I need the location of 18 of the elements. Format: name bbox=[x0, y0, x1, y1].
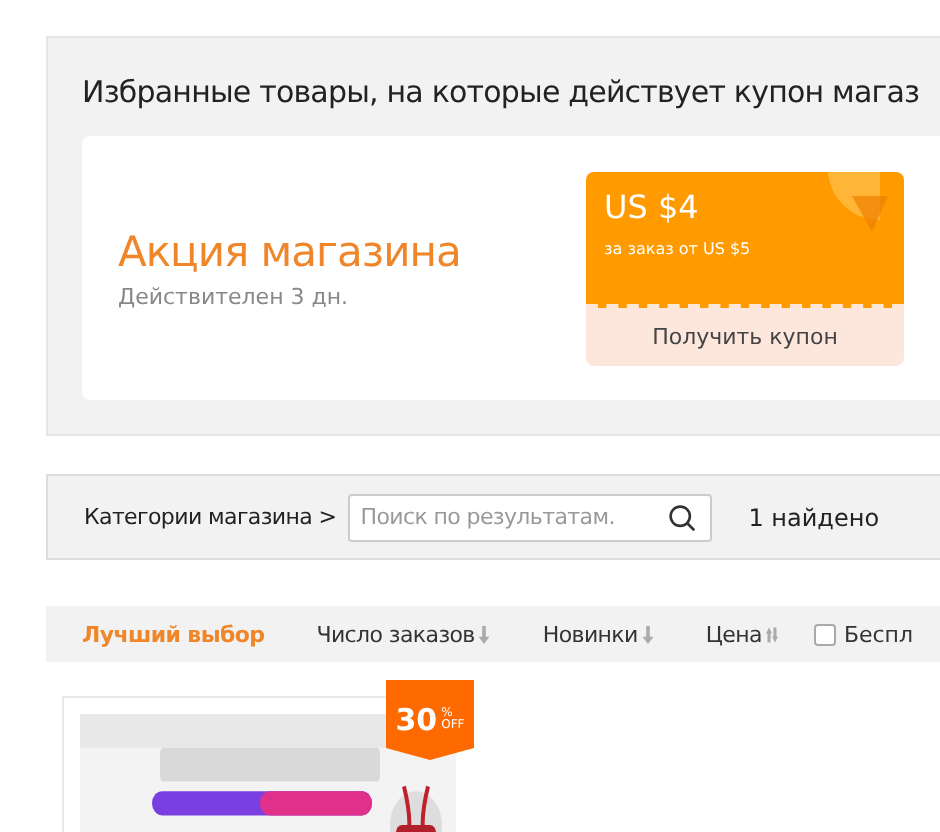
search-icon[interactable] bbox=[668, 503, 697, 531]
result-count: 1 найдено bbox=[748, 503, 880, 531]
checkbox-label: Беспл bbox=[843, 621, 914, 647]
sort-option[interactable]: Новинки bbox=[542, 621, 654, 647]
search-field[interactable]: Поиск по результатам. bbox=[348, 493, 713, 541]
coupon-amount: US $4 bbox=[604, 187, 701, 225]
get-coupon-button[interactable]: Получить купон bbox=[586, 307, 904, 365]
sort-arrow-icon bbox=[641, 625, 654, 643]
section-title: Избранные товары, на которые действует купон магаз bbox=[82, 74, 922, 114]
sort-option[interactable]: Цена bbox=[705, 621, 778, 647]
free-shipping-checkbox[interactable]: Беспл bbox=[813, 621, 914, 647]
sort-arrow-icon bbox=[478, 625, 491, 643]
sort-option[interactable]: Число заказов bbox=[316, 621, 491, 647]
coupon-condition: за заказ от US $5 bbox=[604, 239, 753, 257]
validity-text: Действителен 3 дн. bbox=[118, 283, 351, 309]
promo-heading: Акция магазина bbox=[118, 227, 463, 275]
sort-arrows-icon bbox=[765, 625, 778, 643]
categories-link[interactable]: Категории магазина > bbox=[84, 504, 337, 530]
